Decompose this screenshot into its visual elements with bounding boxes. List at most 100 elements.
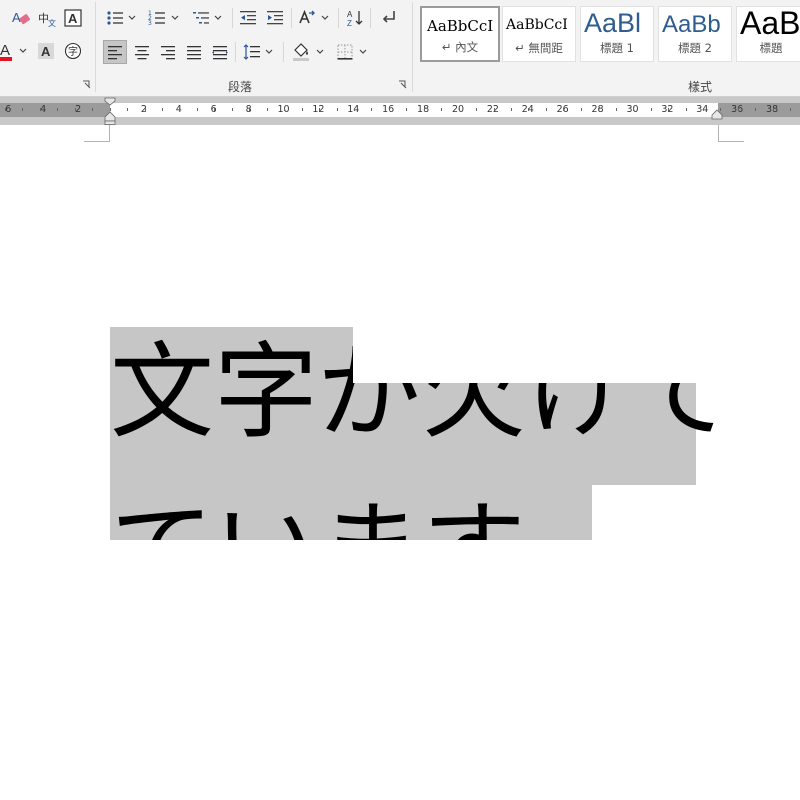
align-center-button[interactable]	[131, 41, 153, 63]
ruler-tick	[703, 108, 704, 111]
enclose-characters-icon: 字	[64, 42, 82, 60]
ruler-label: 2	[140, 104, 147, 115]
ruler-tick	[354, 108, 355, 111]
ruler-tick	[668, 108, 669, 111]
ruler-label: 22	[486, 104, 499, 115]
font-dialog-launcher-icon[interactable]	[82, 80, 91, 89]
style-sample: AaBl	[584, 8, 642, 38]
paragraph-group-label: 段落	[227, 80, 252, 94]
ruler-tick	[528, 108, 529, 111]
sort-icon: A Z	[347, 10, 363, 28]
ruler-tick	[162, 108, 163, 111]
multilevel-list-icon	[193, 12, 209, 24]
eraser-icon: A	[12, 10, 30, 25]
line-spacing-dropdown-icon[interactable]	[265, 49, 273, 55]
paragraph-dialog-launcher-icon[interactable]	[398, 80, 407, 89]
text-direction-dropdown-icon[interactable]	[321, 15, 329, 21]
right-indent-marker-icon[interactable]	[711, 109, 723, 123]
ruler-tick	[179, 108, 180, 111]
align-center-icon	[135, 46, 149, 60]
toolbar-divider	[291, 8, 292, 28]
distributed-button[interactable]	[209, 41, 231, 63]
style-name: 標題	[759, 41, 783, 55]
borders-dropdown-icon[interactable]	[359, 49, 367, 55]
character-border-button[interactable]: A	[62, 7, 84, 29]
style-tile-title[interactable]: AaB 標題	[736, 6, 800, 62]
ruler-tick	[406, 108, 407, 111]
character-shading-button[interactable]: A	[35, 40, 57, 62]
document-text-line-2[interactable]: ています	[110, 498, 526, 540]
increase-indent-button[interactable]	[264, 7, 286, 29]
ruler-tick	[633, 108, 634, 111]
style-sample: AaBb	[662, 11, 721, 38]
paragraph-mark-icon	[382, 11, 395, 23]
shading-button[interactable]	[290, 40, 312, 62]
align-right-icon	[161, 46, 175, 60]
ruler-tick	[459, 108, 460, 111]
justify-button[interactable]	[183, 41, 205, 63]
style-tile-heading-2[interactable]: AaBb 標題 2	[658, 6, 732, 62]
phonetic-guide-icon: 中 文	[38, 12, 56, 28]
multilevel-list-dropdown-icon[interactable]	[214, 15, 222, 21]
style-tile-normal[interactable]: AaBbCcI ↵ 內文	[420, 6, 500, 62]
decrease-indent-button[interactable]	[237, 7, 259, 29]
style-name: 標題 1	[600, 41, 634, 55]
ruler-tick	[232, 108, 233, 111]
style-tile-no-spacing[interactable]: AaBbCcI ↵ 無間距	[502, 6, 576, 62]
ruler-tick	[773, 108, 774, 111]
ruler-tick	[319, 108, 320, 111]
phonetic-guide-button[interactable]: 中 文	[36, 7, 58, 29]
text-direction-button[interactable]	[296, 7, 318, 29]
ruler-label: 6	[5, 104, 12, 115]
render-gap	[353, 321, 733, 383]
style-tile-heading-1[interactable]: AaBl 標題 1	[580, 6, 654, 62]
crop-mark	[718, 141, 744, 142]
font-color-button[interactable]: A	[0, 40, 17, 62]
ruler-tick	[563, 108, 564, 111]
ruler-tick	[337, 108, 338, 111]
borders-button[interactable]	[334, 41, 356, 63]
ruler-tick	[371, 108, 372, 111]
sort-button[interactable]: A Z	[344, 7, 366, 29]
shading-dropdown-icon[interactable]	[316, 49, 324, 55]
numbering-dropdown-icon[interactable]	[171, 15, 179, 21]
style-name: ↵ 內文	[441, 40, 479, 54]
justify-icon	[187, 46, 201, 60]
horizontal-ruler[interactable]: 6422468101214161820222426283032343638	[0, 97, 800, 125]
ruler-label: 4	[40, 104, 47, 115]
ruler-tick	[145, 108, 146, 111]
ruler-tick	[511, 108, 512, 111]
first-line-indent-marker-icon[interactable]	[104, 97, 116, 125]
text-direction-icon	[299, 9, 315, 24]
ruler-tick	[441, 108, 442, 111]
bullets-dropdown-icon[interactable]	[128, 15, 136, 21]
bullets-icon	[107, 11, 123, 25]
paint-bucket-icon	[293, 43, 309, 61]
clear-formatting-button[interactable]: A	[10, 7, 32, 29]
style-name: 標題 2	[678, 41, 712, 55]
numbering-button[interactable]: 1 2 3	[146, 7, 168, 29]
ruler-tick	[790, 108, 791, 111]
group-separator	[95, 2, 96, 92]
ruler-tick	[424, 108, 425, 111]
multilevel-list-button[interactable]	[190, 7, 212, 29]
align-left-button[interactable]	[103, 40, 127, 64]
ruler-tick	[75, 108, 76, 111]
line-spacing-button[interactable]	[241, 41, 263, 63]
ruler-tick	[476, 108, 477, 111]
bullets-button[interactable]	[104, 7, 126, 29]
show-hide-marks-button[interactable]	[377, 7, 399, 29]
ruler-tick	[389, 108, 390, 111]
ruler-tick	[249, 108, 250, 111]
align-right-button[interactable]	[157, 41, 179, 63]
ruler-tick	[214, 108, 215, 111]
enclose-characters-button[interactable]: 字	[62, 40, 84, 62]
increase-indent-icon	[267, 11, 283, 25]
svg-text:Z: Z	[347, 19, 352, 28]
ruler-tick	[92, 108, 93, 111]
document-page[interactable]: 文字が欠けて ています	[0, 125, 800, 800]
ruler-tick	[267, 108, 268, 111]
crop-mark	[109, 125, 110, 142]
toolbar-divider	[232, 8, 233, 28]
font-color-dropdown-icon[interactable]	[19, 48, 27, 54]
